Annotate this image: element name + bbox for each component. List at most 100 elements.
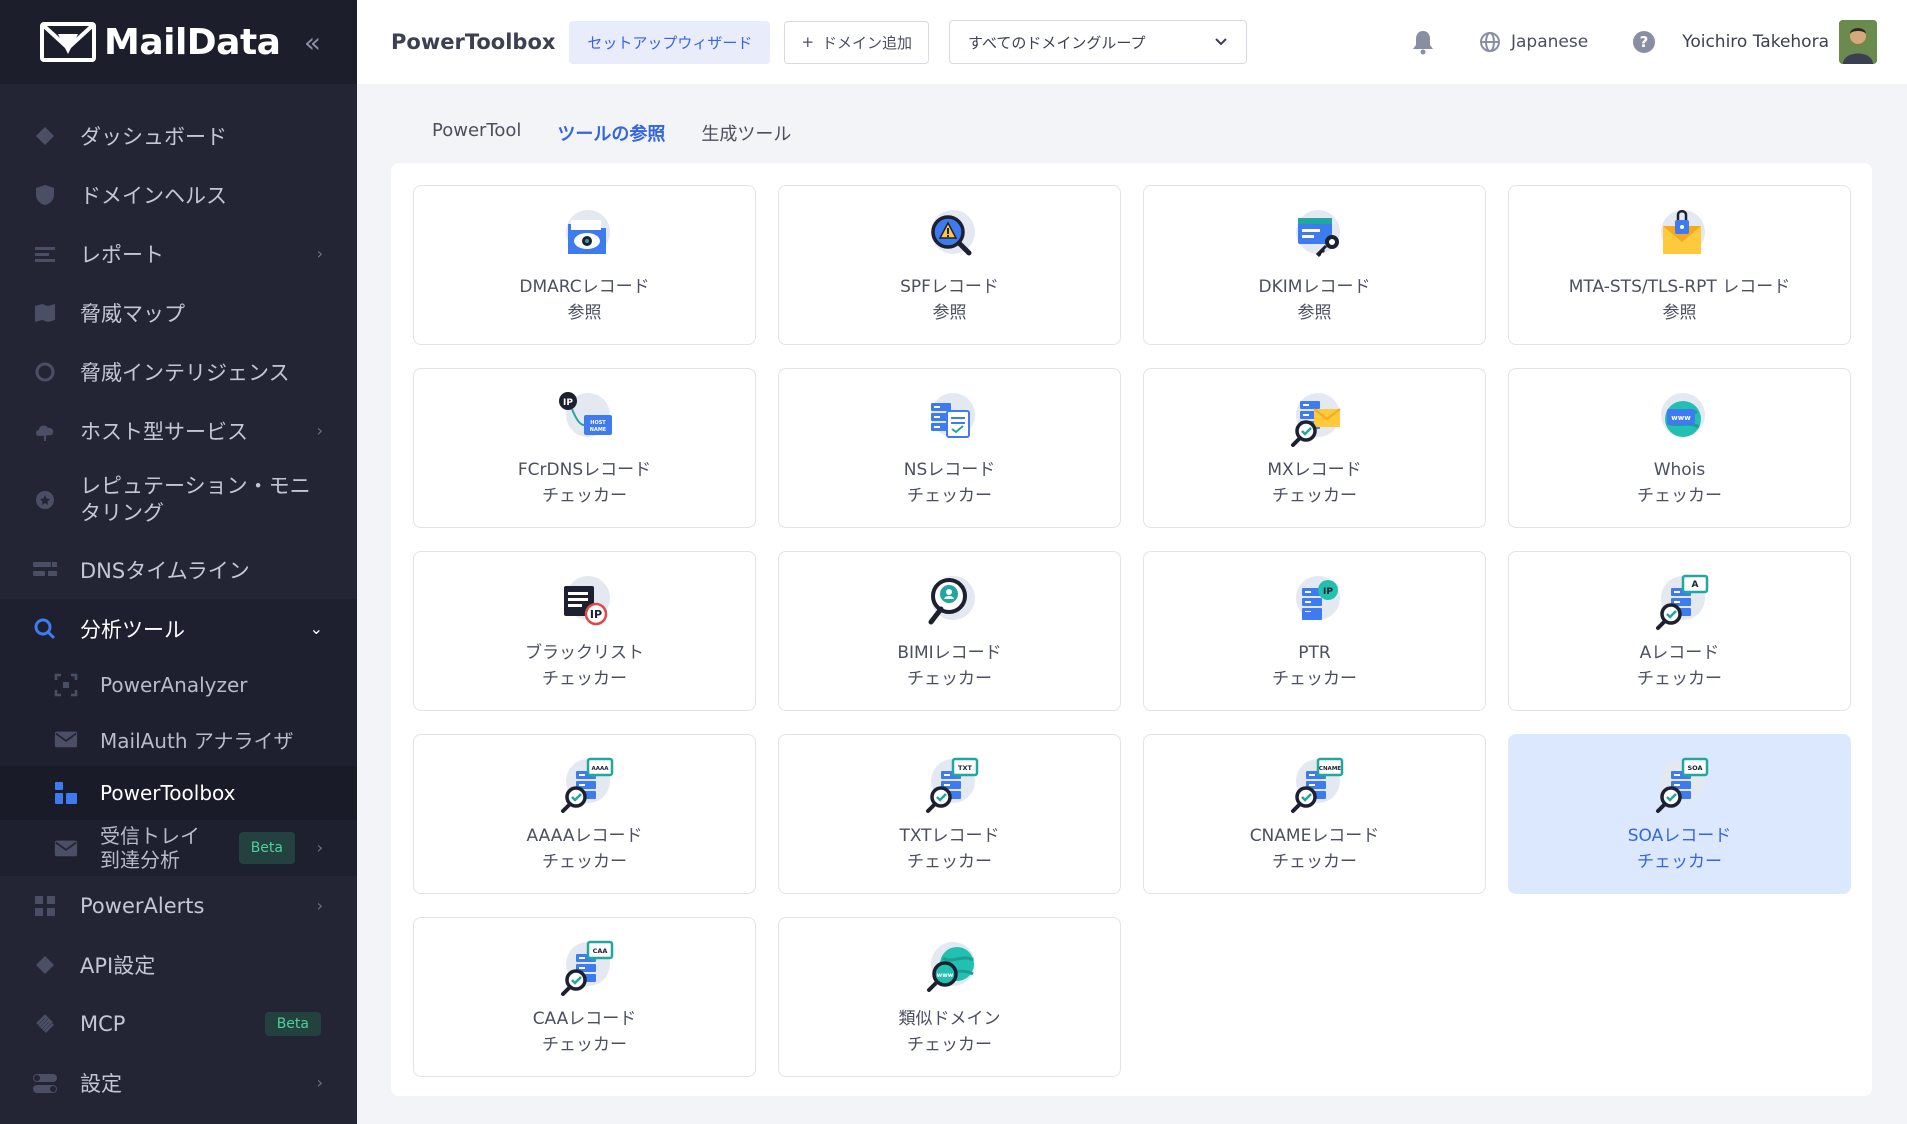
logo-bar: MailData « <box>0 0 357 84</box>
tool-card[interactable]: A Aレコード チェッカー <box>1508 551 1851 711</box>
sidebar-item-label: 設定 <box>80 1071 122 1096</box>
tool-card-title: MXレコード <box>1267 460 1362 480</box>
svg-text:IP: IP <box>589 608 601 621</box>
maildata-logo-icon <box>40 22 96 62</box>
tool-card[interactable]: CNAME CNAMEレコード チェッカー <box>1143 734 1486 894</box>
tool-card[interactable]: IP ブラックリスト チェッカー <box>413 551 756 711</box>
circle-icon <box>32 359 58 385</box>
tab-powertool[interactable]: PowerTool <box>414 112 539 167</box>
sidebar-item-dns-timeline[interactable]: DNSタイムライン <box>0 540 357 599</box>
tool-card-title: CAAレコード <box>532 1009 637 1029</box>
svg-text:IP: IP <box>563 398 573 408</box>
language-selector[interactable]: Japanese <box>1479 31 1588 53</box>
tool-card[interactable]: www Whois チェッカー <box>1508 368 1851 528</box>
tool-card[interactable]: BIMIレコード チェッカー <box>778 551 1121 711</box>
tab-generator-tools[interactable]: 生成ツール <box>683 112 809 167</box>
tool-card-subtitle: チェッカー <box>907 669 992 689</box>
sidebar-item-poweralerts[interactable]: PowerAlerts › <box>0 876 357 935</box>
logo-text: MailData <box>104 21 281 63</box>
svg-text:CNAME: CNAME <box>1318 766 1340 772</box>
map-icon <box>32 300 58 326</box>
avatar[interactable] <box>1839 20 1877 64</box>
collapse-sidebar-icon[interactable]: « <box>304 26 321 59</box>
sidebar-item-domain-health[interactable]: ドメインヘルス <box>0 165 357 224</box>
sidebar-item-api-settings[interactable]: API設定 <box>0 935 357 994</box>
language-label: Japanese <box>1511 32 1589 52</box>
tab-tool-lookup[interactable]: ツールの参照 <box>539 112 684 167</box>
add-domain-label: ドメイン追加 <box>822 33 913 52</box>
sidebar-item-reputation-monitoring[interactable]: レピュテーション・モニタリング <box>0 460 357 540</box>
tool-card[interactable]: NSレコード チェッカー <box>778 368 1121 528</box>
tool-card[interactable]: SPFレコード 参照 <box>778 185 1121 345</box>
grid-icon <box>32 893 58 919</box>
tool-card[interactable]: IP PTR チェッカー <box>1143 551 1486 711</box>
setup-wizard-button[interactable]: セットアップウィザード <box>569 20 771 64</box>
sidebar-item-label: 分析ツール <box>80 617 185 642</box>
tool-card-title: 類似ドメイン <box>898 1009 1001 1029</box>
sidebar-item-hosted-services[interactable]: ホスト型サービス › <box>0 401 357 460</box>
dkim-key-icon <box>1284 204 1346 266</box>
svg-text:CAA: CAA <box>592 947 607 955</box>
ns-server-icon <box>919 387 981 449</box>
chevron-right-icon: › <box>316 421 323 440</box>
bell-icon[interactable] <box>1411 29 1435 55</box>
mail-icon <box>54 836 78 860</box>
cloud-icon <box>32 418 58 444</box>
tool-card-title: CNAMEレコード <box>1249 826 1380 846</box>
sidebar-item-analysis-tools[interactable]: 分析ツール ⌄ <box>0 599 357 658</box>
tool-card-subtitle: チェッカー <box>542 486 627 506</box>
tool-card-title: DMARCレコード <box>519 277 650 297</box>
txt-record-icon: TXT <box>919 753 981 815</box>
sidebar-subitem-label: PowerToolbox <box>100 781 236 805</box>
tool-card[interactable]: SOA SOAレコード チェッカー <box>1508 734 1851 894</box>
sidebar-item-threat-intelligence[interactable]: 脅威インテリジェンス <box>0 342 357 401</box>
tool-card-subtitle: チェッカー <box>1637 669 1722 689</box>
sidebar-item-threat-map[interactable]: 脅威マップ <box>0 283 357 342</box>
sidebar-subitem-poweranalyzer[interactable]: PowerAnalyzer <box>0 658 357 712</box>
logo[interactable]: MailData <box>40 21 281 63</box>
sidebar-subitem-label: PowerAnalyzer <box>100 673 248 697</box>
sidebar-item-label: 脅威インテリジェンス <box>80 360 290 385</box>
tool-card-subtitle: 参照 <box>1297 303 1332 323</box>
tool-card-title: ブラックリスト <box>525 643 644 663</box>
sidebar-item-dashboard[interactable]: ダッシュボード <box>0 106 357 165</box>
sidebar-item-label: レポート <box>80 242 164 267</box>
tool-card[interactable]: AAAA AAAAレコード チェッカー <box>413 734 756 894</box>
help-icon[interactable]: ? <box>1632 30 1656 54</box>
whois-globe-icon: www <box>1649 387 1711 449</box>
sidebar-item-mcp[interactable]: MCP Beta <box>0 994 357 1053</box>
tool-card[interactable]: MTA-STS/TLS-RPT レコード 参照 <box>1508 185 1851 345</box>
tool-card[interactable]: MXレコード チェッカー <box>1143 368 1486 528</box>
mx-mail-icon <box>1284 387 1346 449</box>
sidebar-subitem-powertoolbox[interactable]: PowerToolbox <box>0 766 357 820</box>
bimi-icon <box>919 570 981 632</box>
sidebar-subitem-mailauth-analyzer[interactable]: MailAuth アナライザ <box>0 712 357 766</box>
sidebar-item-label: 脅威マップ <box>80 301 185 326</box>
beta-badge: Beta <box>238 832 295 864</box>
search-icon <box>32 616 58 642</box>
globe-icon <box>1480 32 1500 52</box>
svg-text:www: www <box>1671 414 1691 422</box>
sidebar-subitem-inbox-placement[interactable]: 受信トレイ到達分析 Beta › <box>0 820 357 876</box>
tool-card[interactable]: IP HOST NAME FCrDNSレコード チェッカー <box>413 368 756 528</box>
tool-card-title: NSレコード <box>903 460 996 480</box>
tool-card[interactable]: CAA CAAレコード チェッカー <box>413 917 756 1077</box>
domain-group-select[interactable]: すべてのドメイングループ <box>949 20 1248 64</box>
add-domain-button[interactable]: + ドメイン追加 <box>784 20 930 64</box>
top-header: PowerToolbox セットアップウィザード + ドメイン追加 すべてのドメ… <box>357 0 1907 84</box>
tool-card-subtitle: チェッカー <box>1272 486 1357 506</box>
tool-card-title: MTA-STS/TLS-RPT レコード <box>1568 277 1791 297</box>
tool-card-subtitle: チェッカー <box>542 1035 627 1055</box>
tool-card[interactable]: TXT TXTレコード チェッカー <box>778 734 1121 894</box>
tool-card-subtitle: チェッカー <box>1272 852 1357 872</box>
tool-card[interactable]: www 類似ドメイン チェッカー <box>778 917 1121 1077</box>
tool-card[interactable]: DKIMレコード 参照 <box>1143 185 1486 345</box>
sidebar-item-reports[interactable]: レポート › <box>0 224 357 283</box>
a-record-icon: A <box>1649 570 1711 632</box>
tool-card[interactable]: DMARCレコード 参照 <box>413 185 756 345</box>
tool-card-subtitle: チェッカー <box>907 1035 992 1055</box>
user-name[interactable]: Yoichiro Takehora <box>1682 32 1829 52</box>
sidebar-item-label: DNSタイムライン <box>80 558 250 583</box>
sidebar-item-settings[interactable]: 設定 › <box>0 1053 357 1112</box>
cname-record-icon: CNAME <box>1284 753 1346 815</box>
